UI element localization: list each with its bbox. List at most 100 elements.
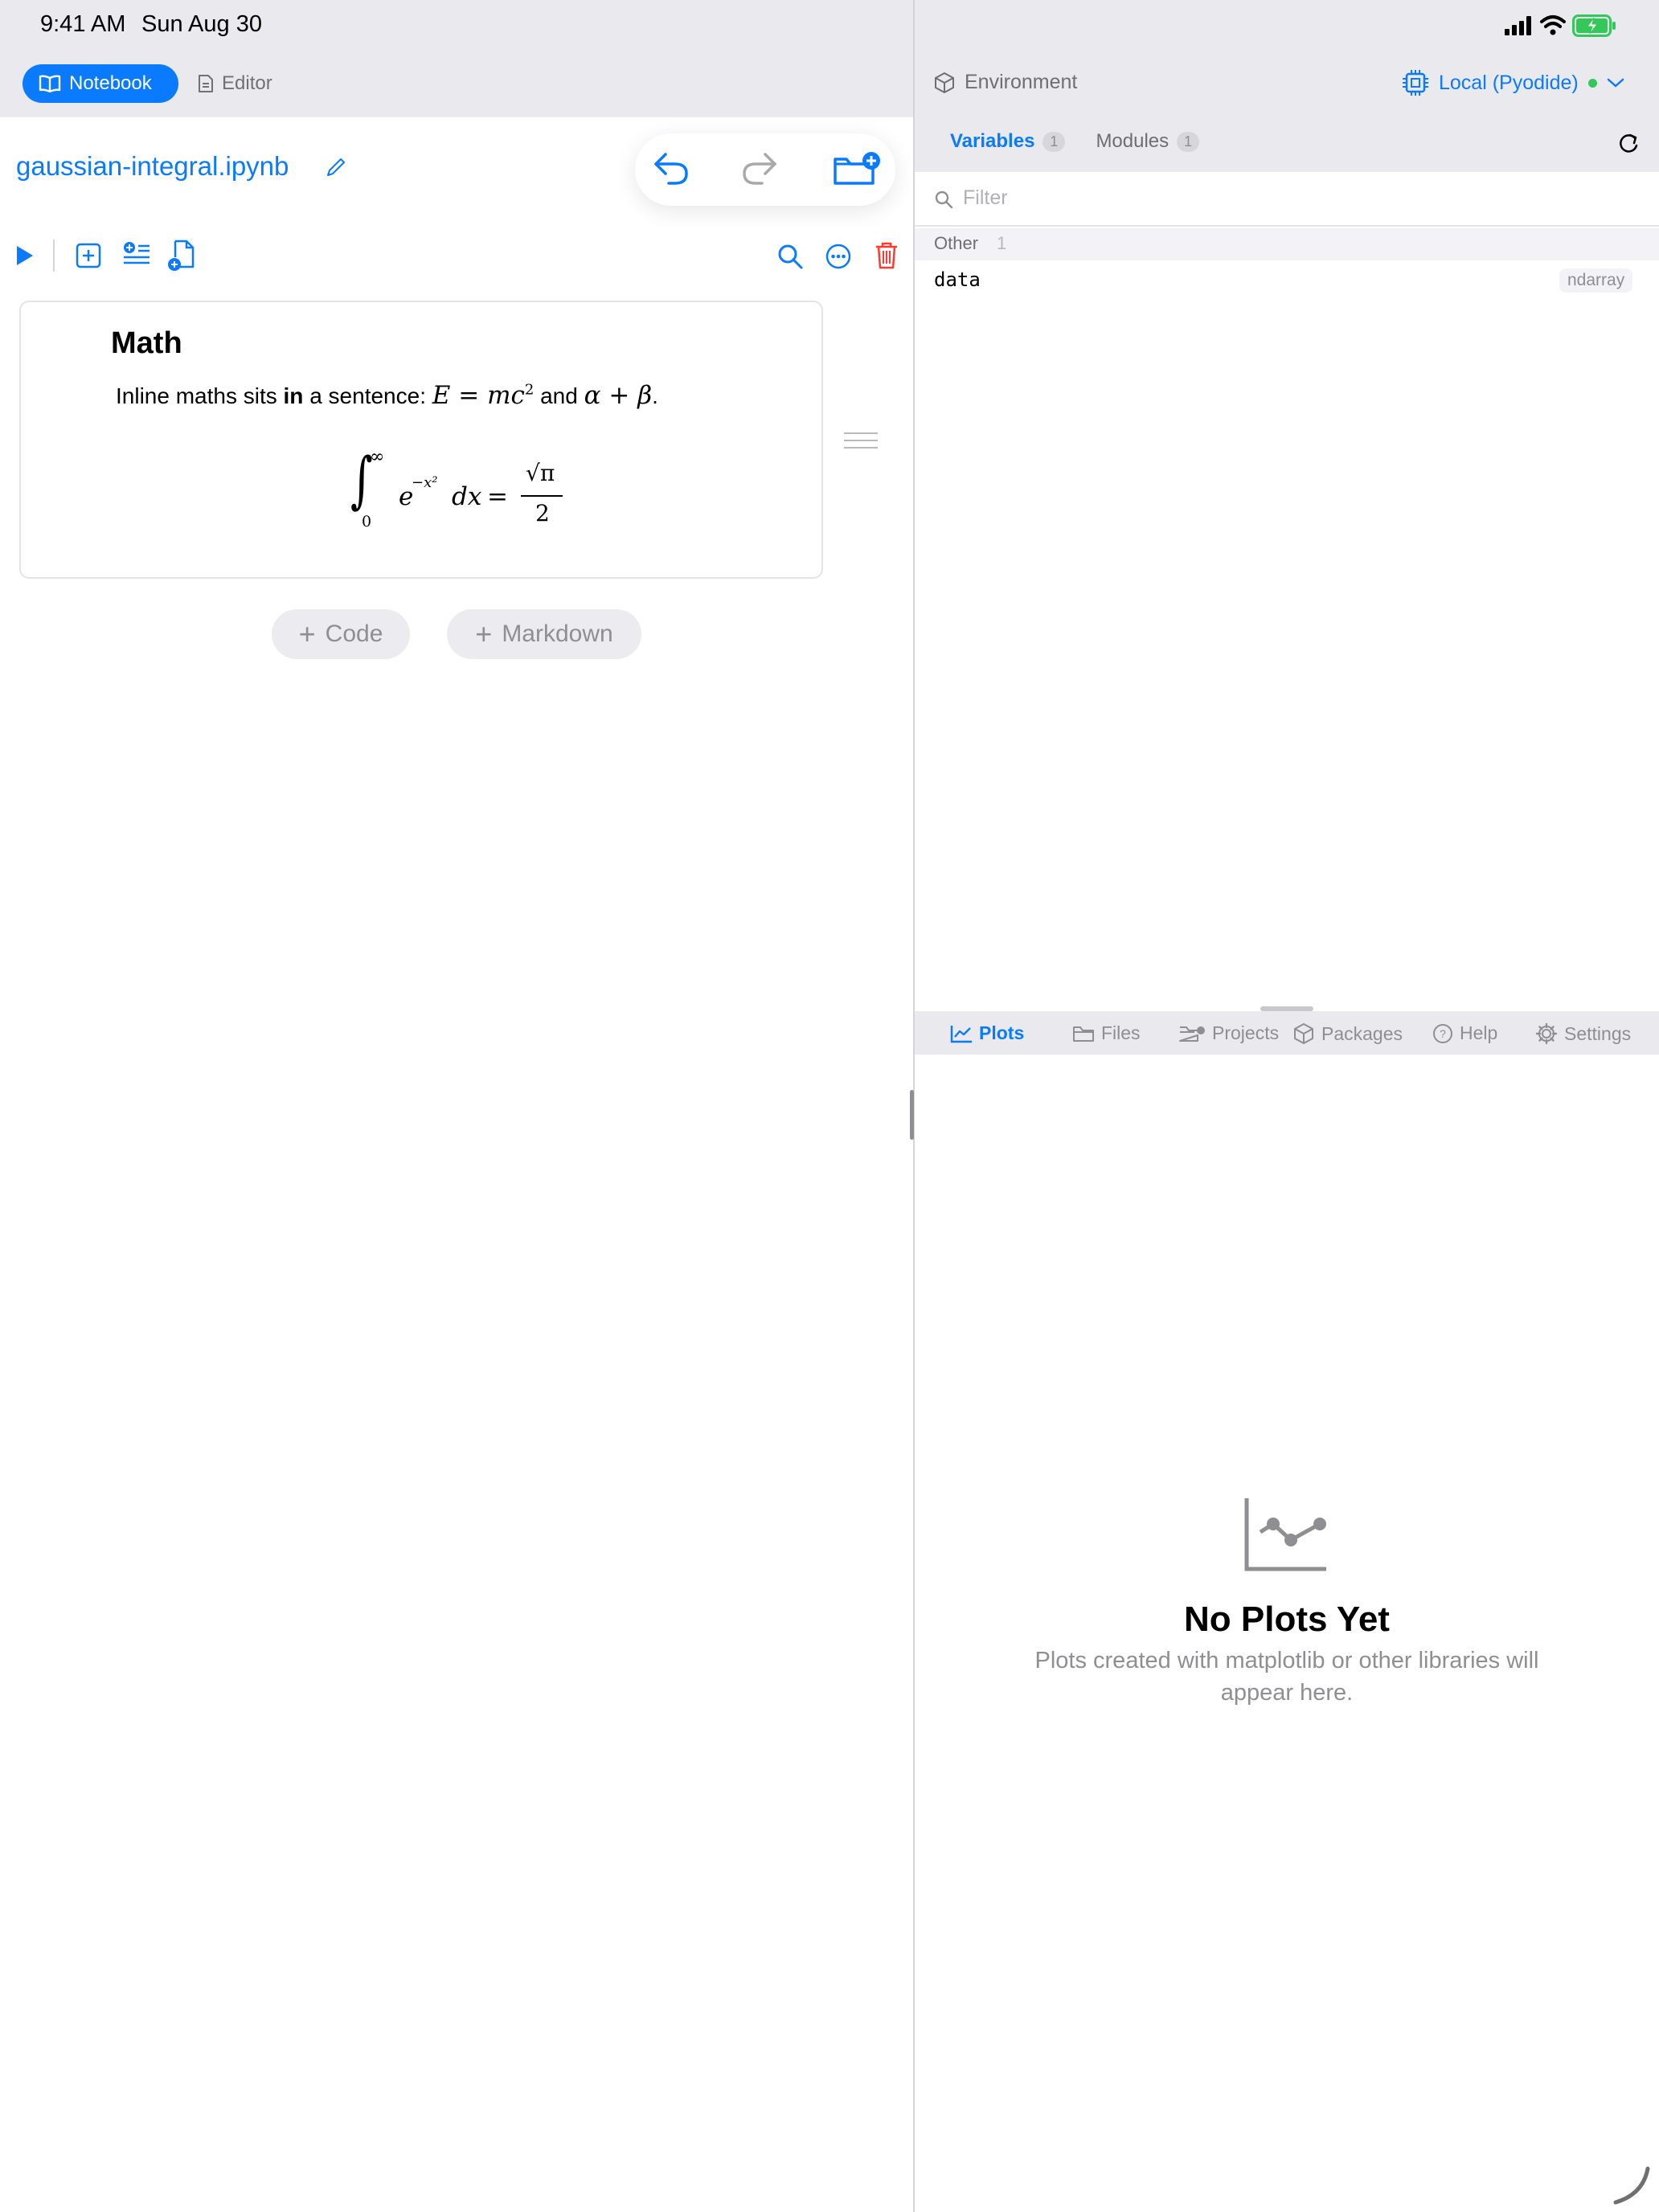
- differential: dx: [452, 482, 482, 511]
- gear-icon: [1535, 1022, 1558, 1045]
- plus-icon: +: [298, 617, 316, 650]
- add-markdown-button[interactable]: + Markdown: [447, 609, 641, 659]
- new-folder-icon[interactable]: [833, 150, 881, 188]
- variable-type-badge: ndarray: [1559, 268, 1633, 293]
- folder-icon: [1073, 1026, 1094, 1042]
- empty-plots-chart-icon: [1244, 1498, 1326, 1571]
- cellular-signal-icon: [1505, 16, 1531, 35]
- equals-sign: =: [487, 482, 508, 511]
- inline-equation-alpha-beta: α + β: [584, 381, 653, 410]
- tab-editor[interactable]: Editor: [198, 72, 272, 95]
- tab-files[interactable]: Files: [1072, 1022, 1141, 1044]
- tab-editor-label: Editor: [222, 72, 272, 94]
- cube-icon: [935, 72, 954, 93]
- tab-modules-label: Modules: [1096, 130, 1169, 152]
- wifi-icon: [1540, 15, 1566, 35]
- add-markdown-icon[interactable]: [122, 241, 151, 268]
- add-markdown-label: Markdown: [502, 621, 613, 647]
- tab-modules[interactable]: Modules 1: [1096, 130, 1200, 153]
- variable-group-header: Other 1: [915, 228, 1659, 260]
- undo-icon[interactable]: [653, 151, 690, 186]
- add-cell-icon[interactable]: [76, 243, 101, 268]
- chart-icon: [950, 1025, 972, 1043]
- tab-variables[interactable]: Variables 1: [950, 130, 1066, 153]
- tab-settings[interactable]: Settings: [1535, 1022, 1631, 1045]
- cell-paragraph: Inline maths sits in a sentence: E = mc2…: [116, 381, 658, 410]
- variables-filter[interactable]: Filter: [915, 172, 1659, 227]
- exponent: −x²: [412, 474, 438, 491]
- paragraph-text: Inline maths sits: [116, 383, 284, 408]
- kernel-selector[interactable]: Local (Pyodide): [1402, 69, 1624, 96]
- empty-plots-subtitle: Plots created with matplotlib or other l…: [1034, 1648, 1539, 1706]
- lower-limit: 0: [362, 513, 372, 530]
- tab-plots[interactable]: Plots: [950, 1022, 1024, 1044]
- refresh-icon[interactable]: [1617, 132, 1640, 156]
- status-date: Sun Aug 30: [141, 11, 262, 37]
- redo-icon[interactable]: [741, 151, 778, 186]
- paragraph-text: and: [534, 383, 584, 408]
- corner-grabber-icon: [1613, 2166, 1650, 2205]
- tab-plots-label: Plots: [979, 1022, 1025, 1043]
- paragraph-bold-text: in: [283, 383, 304, 408]
- tab-help[interactable]: ? Help: [1432, 1022, 1497, 1044]
- bottom-tab-bar: Plots Files Projects Packages ? Help Set…: [915, 1011, 1659, 1055]
- environment-title: Environment: [934, 71, 1077, 94]
- kernel-label: Local (Pyodide): [1439, 71, 1579, 94]
- cpu-icon: [1403, 70, 1428, 96]
- paragraph-text: a sentence:: [303, 383, 432, 408]
- tab-notebook[interactable]: Notebook: [23, 64, 178, 103]
- tab-packages[interactable]: Packages: [1292, 1022, 1403, 1045]
- tab-help-label: Help: [1460, 1022, 1498, 1043]
- add-file-icon[interactable]: [167, 240, 196, 272]
- chevron-down-icon: [1607, 78, 1624, 88]
- environment-title-label: Environment: [965, 71, 1078, 93]
- upper-limit: ∞: [370, 447, 385, 467]
- svg-text:?: ?: [1440, 1027, 1446, 1040]
- tab-notebook-label: Notebook: [69, 72, 152, 94]
- search-icon[interactable]: [776, 243, 804, 270]
- battery-charging-icon: [1572, 14, 1616, 37]
- display-equation: ∫ ∞ 0 e −x² dx = √π 2: [350, 444, 592, 534]
- cell-heading: Math: [111, 326, 182, 360]
- sqrt-pi: √π: [526, 460, 555, 486]
- tab-variables-label: Variables: [950, 130, 1035, 152]
- trash-icon[interactable]: [875, 241, 899, 270]
- tab-packages-label: Packages: [1321, 1022, 1403, 1044]
- filter-placeholder: Filter: [963, 186, 1008, 209]
- markdown-cell[interactable]: Math Inline maths sits in a sentence: E …: [19, 301, 823, 579]
- split-drag-handle[interactable]: [910, 1090, 914, 1140]
- status-bar: 9:41 AM Sun Aug 30: [0, 0, 1659, 51]
- tab-files-label: Files: [1101, 1022, 1141, 1043]
- document-icon: [199, 75, 213, 92]
- cell-drag-handle[interactable]: [844, 432, 878, 454]
- modules-count-badge: 1: [1177, 131, 1200, 152]
- notebook-filename[interactable]: gaussian-integral.ipynb: [16, 151, 289, 182]
- tab-settings-label: Settings: [1564, 1022, 1632, 1044]
- tab-projects-label: Projects: [1212, 1022, 1280, 1043]
- variables-count-badge: 1: [1043, 131, 1066, 152]
- rename-pencil-icon[interactable]: [325, 156, 347, 178]
- variable-row-name[interactable]: data: [934, 268, 981, 291]
- paragraph-text: .: [652, 383, 658, 408]
- fraction-bar: [521, 495, 563, 497]
- environment-tabs: Variables 1 Modules 1: [950, 130, 1200, 153]
- toolbar-divider: [53, 240, 55, 272]
- question-icon: ?: [1433, 1023, 1452, 1043]
- group-name: Other: [934, 233, 979, 253]
- plus-icon: +: [475, 617, 493, 650]
- cube-icon: [1294, 1023, 1313, 1044]
- status-time: 9:41 AM: [40, 11, 126, 37]
- denominator: 2: [535, 500, 550, 526]
- kernel-status-dot: [1587, 78, 1597, 88]
- folder-badge-icon: [1179, 1026, 1205, 1042]
- tab-projects[interactable]: Projects: [1178, 1022, 1279, 1044]
- more-options-icon[interactable]: [825, 243, 852, 270]
- add-code-label: Code: [325, 621, 383, 647]
- inline-equation-emc2: E = mc2: [432, 381, 535, 410]
- empty-plots-title: No Plots Yet: [1184, 1600, 1390, 1639]
- book-icon: [39, 75, 61, 92]
- run-icon[interactable]: [14, 244, 35, 267]
- group-count: 1: [997, 233, 1007, 253]
- add-code-button[interactable]: + Code: [272, 609, 410, 659]
- search-icon: [935, 190, 953, 209]
